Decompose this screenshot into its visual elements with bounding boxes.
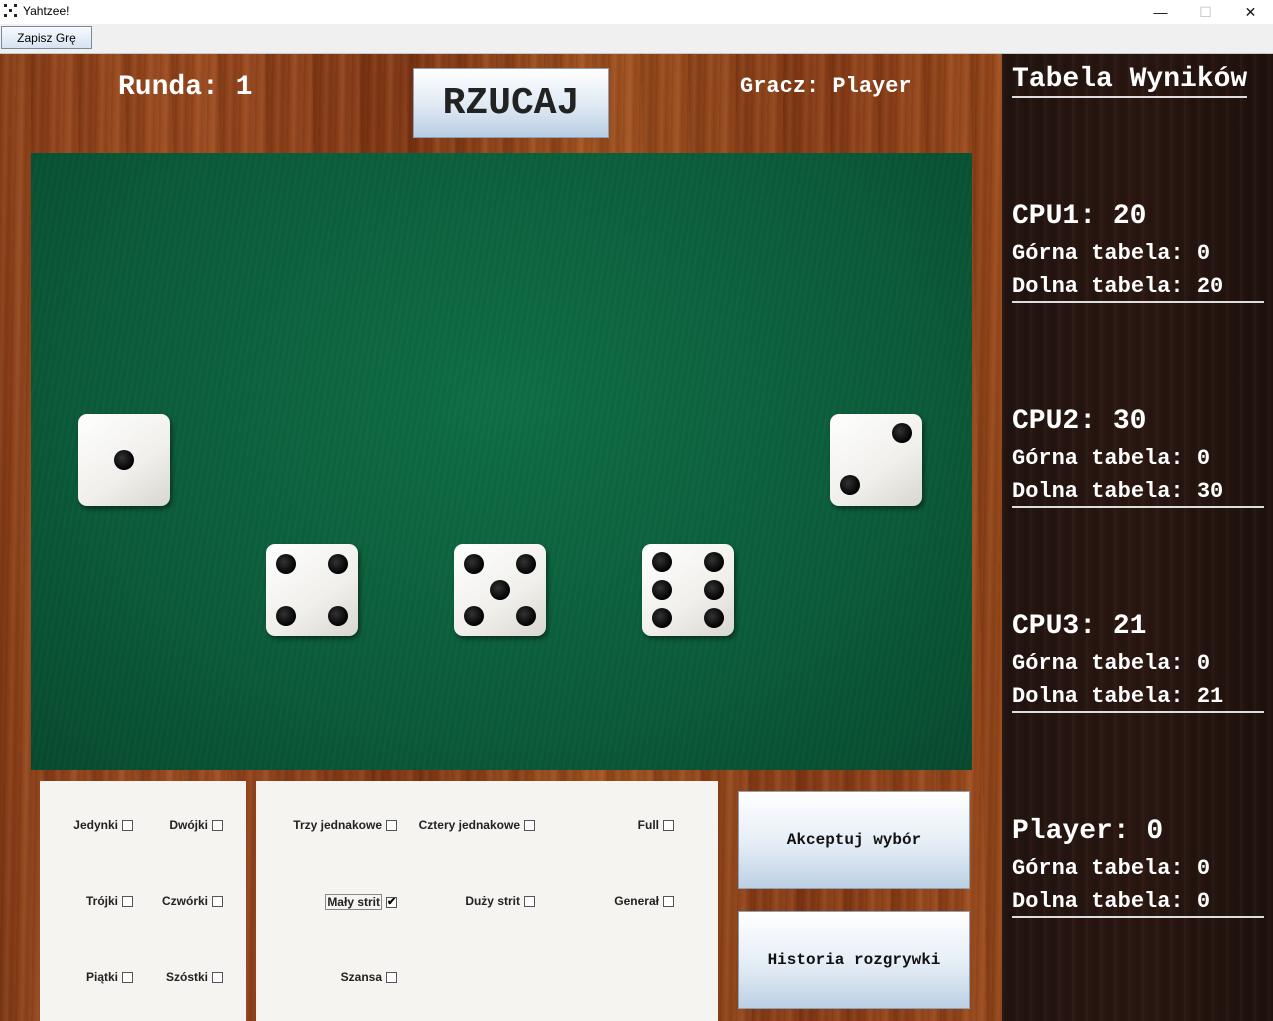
lower-categories-panel: Trzy jednakowe Cztery jednakowe Full Mał… [256, 781, 718, 1021]
maximize-icon[interactable]: ☐ [1183, 0, 1228, 24]
category-checkbox[interactable] [212, 895, 223, 907]
score-divider [1012, 506, 1264, 508]
score-upper: Górna tabela: 0 [1012, 446, 1211, 471]
category-maly-strit[interactable]: Mały strit [325, 894, 397, 910]
category-czworki[interactable]: Czwórki [162, 894, 223, 908]
category-label: Szansa [340, 970, 382, 984]
die-4[interactable] [642, 544, 734, 636]
category-label: Szóstki [165, 970, 208, 984]
category-szansa[interactable]: Szansa [341, 970, 397, 984]
die-pip [464, 606, 484, 626]
score-upper: Górna tabela: 0 [1012, 651, 1211, 676]
category-checkbox-checked[interactable] [386, 895, 397, 908]
current-player-label: Gracz: Player [740, 74, 912, 99]
category-checkbox[interactable] [212, 819, 223, 831]
category-jedynki[interactable]: Jedynki [73, 818, 133, 832]
die-pip [704, 552, 724, 572]
upper-categories-panel: Jedynki Dwójki Trójki Czwórki Piątki Szó… [40, 781, 246, 1021]
app-dice-icon [4, 4, 18, 18]
round-label: Runda: 1 [118, 72, 253, 103]
die-pip [516, 554, 536, 574]
category-full[interactable]: Full [638, 818, 674, 832]
score-lower: Dolna tabela: 30 [1012, 479, 1224, 504]
die-pip [464, 554, 484, 574]
category-dwojki[interactable]: Dwójki [169, 818, 223, 832]
roll-button[interactable]: RZUCAJ [413, 68, 609, 138]
category-checkbox[interactable] [212, 971, 223, 983]
category-cztery-jednakowe[interactable]: Cztery jednakowe [419, 818, 535, 832]
category-piatki[interactable]: Piątki [86, 970, 133, 984]
die-pip [652, 580, 672, 600]
category-checkbox[interactable] [122, 895, 133, 907]
category-general[interactable]: Generał [614, 894, 674, 908]
die-5[interactable] [830, 414, 922, 506]
category-label: Trzy jednakowe [293, 818, 382, 832]
score-heading: CPU2: 30 [1012, 406, 1147, 437]
die-pip [328, 554, 348, 574]
title-bar [0, 0, 1273, 24]
die-pip [704, 580, 724, 600]
game-history-button[interactable]: Historia rozgrywki [738, 911, 970, 1009]
category-label: Duży strit [465, 894, 520, 908]
accept-selection-button[interactable]: Akceptuj wybór [738, 791, 970, 889]
die-pip [840, 475, 860, 495]
die-3[interactable] [454, 544, 546, 636]
score-lower: Dolna tabela: 20 [1012, 274, 1224, 299]
score-lower: Dolna tabela: 0 [1012, 889, 1211, 914]
category-trzy-jednakowe[interactable]: Trzy jednakowe [293, 818, 397, 832]
score-upper: Górna tabela: 0 [1012, 856, 1211, 881]
die-pip [328, 606, 348, 626]
toolbar [0, 24, 1273, 54]
category-label: Czwórki [161, 894, 208, 908]
score-heading: CPU1: 20 [1012, 201, 1147, 232]
score-heading: CPU3: 21 [1012, 611, 1147, 642]
window-title: Yahtzee! [23, 4, 70, 18]
category-trojki[interactable]: Trójki [86, 894, 133, 908]
category-label: Trójki [85, 894, 118, 908]
category-checkbox[interactable] [663, 819, 674, 831]
category-checkbox[interactable] [663, 895, 674, 907]
score-table-title: Tabela Wyników [1012, 64, 1248, 98]
score-lower: Dolna tabela: 21 [1012, 684, 1224, 709]
die-pip [516, 606, 536, 626]
die-pip [276, 606, 296, 626]
category-duzy-strit[interactable]: Duży strit [465, 894, 535, 908]
category-checkbox[interactable] [524, 819, 535, 831]
die-pip [704, 608, 724, 628]
score-divider [1012, 711, 1264, 713]
category-checkbox[interactable] [122, 971, 133, 983]
category-checkbox[interactable] [122, 819, 133, 831]
score-divider [1012, 301, 1264, 303]
category-label: Jedynki [73, 818, 118, 832]
category-checkbox[interactable] [386, 971, 397, 983]
die-pip [652, 552, 672, 572]
category-label: Full [637, 818, 659, 832]
die-pip [114, 450, 134, 470]
minimize-icon[interactable]: — [1138, 0, 1183, 24]
category-label: Dwójki [169, 818, 208, 832]
die-2[interactable] [266, 544, 358, 636]
close-icon[interactable]: ✕ [1228, 0, 1273, 24]
save-game-button[interactable]: Zapisz Grę [1, 26, 92, 49]
category-label: Piątki [85, 970, 118, 984]
category-checkbox[interactable] [524, 895, 535, 907]
category-szostki[interactable]: Szóstki [166, 970, 223, 984]
category-label: Mały strit [325, 894, 382, 910]
die-1[interactable] [78, 414, 170, 506]
score-upper: Górna tabela: 0 [1012, 241, 1211, 266]
die-pip [892, 423, 912, 443]
die-pip [276, 554, 296, 574]
category-checkbox[interactable] [386, 819, 397, 831]
die-pip [652, 608, 672, 628]
score-divider [1012, 916, 1264, 918]
category-label: Cztery jednakowe [418, 818, 520, 832]
score-heading: Player: 0 [1012, 816, 1164, 847]
category-label: Generał [614, 894, 659, 908]
die-pip [490, 580, 510, 600]
